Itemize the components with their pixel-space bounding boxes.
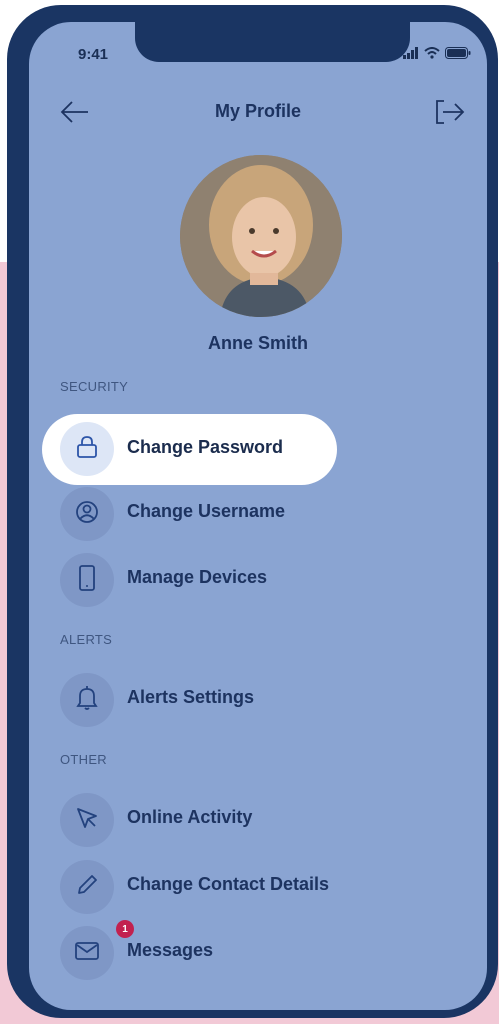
user-circle-icon bbox=[75, 500, 99, 529]
menu-item-label: Manage Devices bbox=[127, 567, 268, 587]
logout-icon bbox=[434, 100, 466, 130]
section-label-security: SECURITY bbox=[60, 379, 129, 394]
menu-item-label: Alerts Settings bbox=[127, 687, 255, 707]
user-name: Anne Smith bbox=[207, 333, 308, 353]
menu-item-alerts-settings[interactable]: Alerts Settings bbox=[51, 665, 351, 735]
menu-item-manage-devices[interactable]: Manage Devices bbox=[51, 545, 351, 615]
menu-item-change-contact-details[interactable]: Change Contact Details bbox=[51, 852, 351, 922]
menu-item-label: Online Activity bbox=[127, 807, 253, 827]
notch bbox=[135, 22, 410, 62]
pencil-icon bbox=[75, 873, 99, 902]
bell-icon bbox=[75, 685, 99, 716]
icon-circle bbox=[60, 553, 114, 607]
icon-circle bbox=[60, 926, 114, 980]
envelope-icon bbox=[74, 940, 100, 967]
section-label-alerts: ALERTS bbox=[60, 632, 113, 647]
signal-icon bbox=[403, 46, 419, 64]
page-title: My Profile bbox=[214, 101, 302, 121]
logout-button[interactable] bbox=[434, 98, 466, 126]
phone-frame: 9:41 My Profile Anne Smith SECURITY Chan… bbox=[7, 5, 498, 1018]
phone-icon bbox=[75, 564, 99, 596]
battery-icon bbox=[445, 46, 471, 64]
menu-item-label: Messages bbox=[127, 940, 214, 960]
menu-item-messages[interactable]: 1 Messages bbox=[51, 918, 351, 988]
lock-icon bbox=[75, 435, 99, 464]
menu-item-online-activity[interactable]: Online Activity bbox=[51, 785, 351, 855]
icon-circle bbox=[60, 487, 114, 541]
menu-item-label: Change Password bbox=[127, 437, 284, 457]
avatar-photo bbox=[180, 155, 342, 317]
status-time: 9:41 bbox=[78, 46, 109, 63]
notification-badge: 1 bbox=[116, 920, 134, 938]
menu-item-label: Change Username bbox=[127, 501, 286, 521]
cursor-icon bbox=[75, 806, 99, 835]
wifi-icon bbox=[424, 46, 440, 64]
icon-circle bbox=[60, 860, 114, 914]
status-icons bbox=[403, 46, 471, 64]
icon-circle bbox=[60, 422, 114, 476]
screen: 9:41 My Profile Anne Smith SECURITY Chan… bbox=[29, 22, 487, 1010]
menu-item-label: Change Contact Details bbox=[127, 874, 330, 894]
icon-circle bbox=[60, 673, 114, 727]
avatar bbox=[180, 155, 342, 317]
section-label-other: OTHER bbox=[60, 752, 107, 767]
menu-item-change-username[interactable]: Change Username bbox=[51, 479, 351, 549]
icon-circle bbox=[60, 793, 114, 847]
menu-item-change-password[interactable]: Change Password bbox=[42, 414, 337, 485]
